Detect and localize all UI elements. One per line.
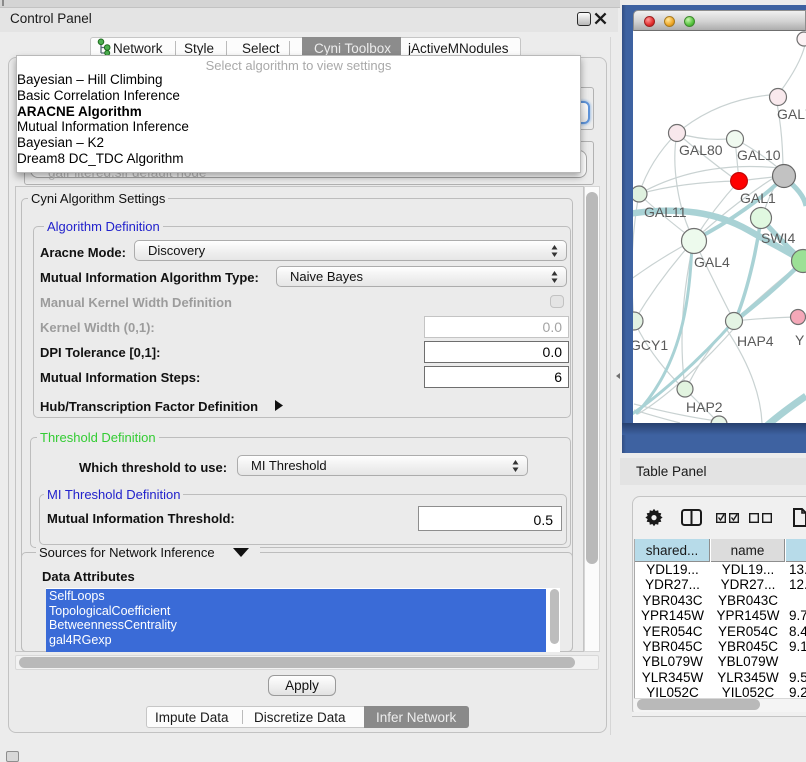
svg-text:GAL80: GAL80 — [679, 142, 723, 158]
svg-text:Y: Y — [795, 332, 805, 348]
svg-text:GAL4: GAL4 — [694, 254, 730, 270]
svg-text:GAL7: GAL7 — [777, 106, 806, 122]
svg-text:SWI4: SWI4 — [761, 230, 795, 246]
svg-text:GAL11: GAL11 — [644, 204, 687, 220]
svg-text:GAL10: GAL10 — [737, 147, 781, 163]
svg-text:GAL1: GAL1 — [740, 190, 776, 206]
svg-text:HAP4: HAP4 — [737, 333, 774, 349]
svg-text:GCY1: GCY1 — [633, 337, 668, 353]
svg-text:HAP2: HAP2 — [686, 399, 723, 415]
